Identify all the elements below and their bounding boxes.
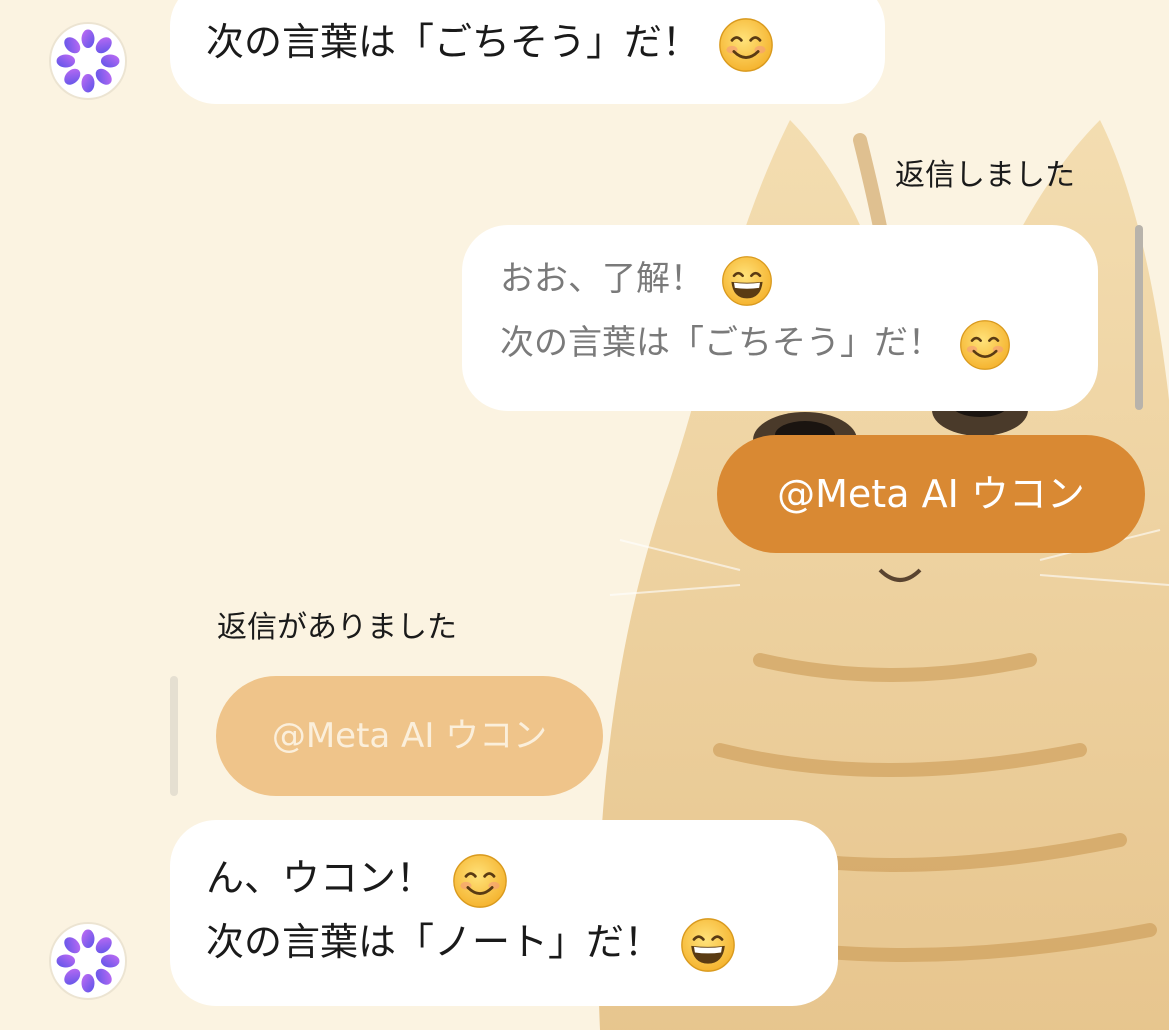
message-text-line2: 次の言葉は「ノート」だ！ xyxy=(206,920,663,964)
quoted-message-bubble[interactable]: おお、了解！ 次の言葉は「ごちそう」だ！ xyxy=(462,225,1098,411)
quoted-text-line1: おお、了解！ xyxy=(500,259,704,299)
reply-received-label: 返信がありました xyxy=(217,610,457,645)
meta-ai-avatar[interactable] xyxy=(49,922,127,1000)
reply-preview-text: @Meta AI ウコン xyxy=(271,716,548,756)
smiling-face-icon xyxy=(718,17,774,73)
message-text-line1: ん、ウコン！ xyxy=(206,856,435,900)
grinning-face-icon xyxy=(721,255,773,307)
grinning-face-icon xyxy=(680,917,736,973)
incoming-message-bubble[interactable]: ん、ウコン！ 次の言葉は「ノート」だ！ xyxy=(170,820,838,1006)
smiling-face-icon xyxy=(959,319,1011,371)
smiling-face-icon xyxy=(452,853,508,909)
meta-ai-avatar-icon xyxy=(51,924,125,998)
meta-ai-avatar-icon xyxy=(51,24,125,98)
quoted-text-line2: 次の言葉は「ごちそう」だ！ xyxy=(500,323,942,363)
reply-preview-bubble[interactable]: @Meta AI ウコン xyxy=(216,676,603,796)
sent-message-bubble[interactable]: @Meta AI ウコン xyxy=(717,435,1145,553)
sent-message-text: @Meta AI ウコン xyxy=(777,472,1085,516)
meta-ai-avatar[interactable] xyxy=(49,22,127,100)
incoming-message-bubble[interactable]: 次の言葉は「ごちそう」だ！ xyxy=(170,0,885,104)
reply-indicator-bar xyxy=(170,676,178,796)
message-text: 次の言葉は「ごちそう」だ！ xyxy=(206,20,701,64)
scrollbar-thumb[interactable] xyxy=(1135,225,1143,410)
replied-label: 返信しました xyxy=(895,158,1075,193)
